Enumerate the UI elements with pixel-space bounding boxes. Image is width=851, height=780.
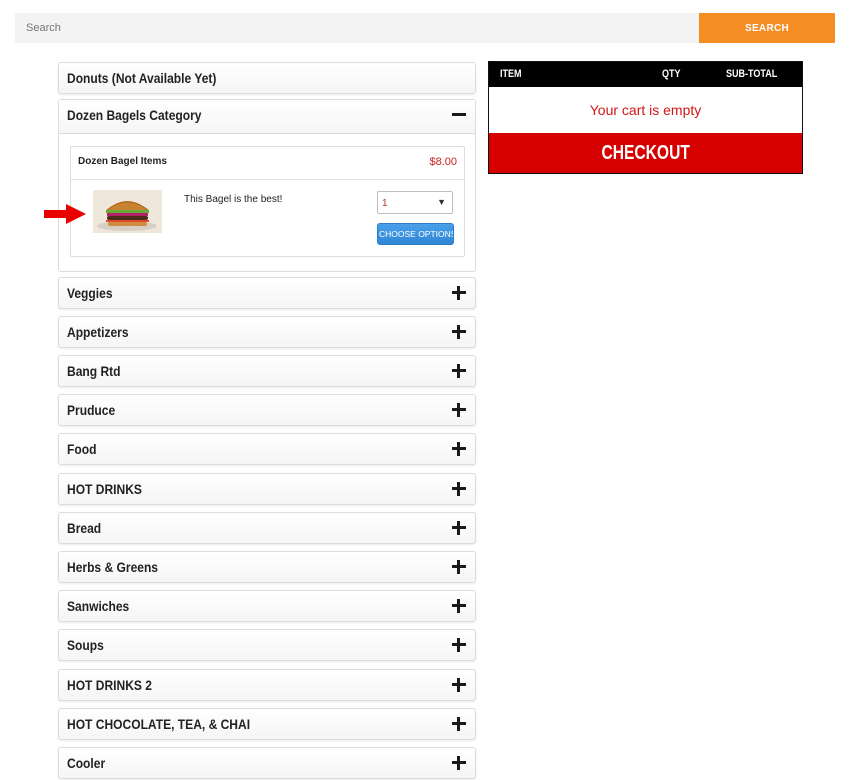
cart-header: ITEM QTY SUB-TOTAL [489,62,802,87]
category-label: Appetizers [67,324,129,340]
category-label: Dozen Bagels Category [67,107,202,123]
product-title: Dozen Bagel Items [78,156,167,167]
category-pruduce[interactable]: Pruduce [58,394,476,426]
category-label: Soups [67,637,104,653]
quantity-select[interactable]: 1 ▼ [377,191,453,214]
cart-panel: ITEM QTY SUB-TOTAL Your cart is empty CH… [488,61,803,174]
category-hot-drinks[interactable]: HOT DRINKS [58,473,476,505]
plus-icon[interactable] [451,714,467,732]
category-label: HOT DRINKS 2 [67,677,152,693]
cart-empty-message: Your cart is empty [589,102,702,118]
category-cooler[interactable]: Cooler [58,747,476,779]
chevron-down-icon: ▼ [437,197,446,207]
choose-options-button[interactable]: CHOOSE OPTIONS [377,223,454,245]
plus-icon[interactable] [451,635,467,653]
plus-icon[interactable] [451,479,467,497]
category-herbs-greens[interactable]: Herbs & Greens [58,551,476,583]
category-label: Pruduce [67,402,116,418]
search-bar: SEARCH [15,13,835,43]
category-sanwiches[interactable]: Sanwiches [58,590,476,622]
cart-col-item: ITEM [500,68,522,80]
product-image[interactable] [93,190,162,233]
minus-icon[interactable] [451,105,467,123]
checkout-button[interactable]: CHECKOUT [489,133,802,173]
product-price: $8.00 [429,156,457,168]
plus-icon[interactable] [451,400,467,418]
cart-col-subtotal: SUB-TOTAL [726,68,778,80]
category-label: Food [67,441,97,457]
plus-icon[interactable] [451,283,467,301]
product-card: Dozen Bagel Items $8.00 This Bagel is th… [70,146,465,257]
category-label: Donuts (Not Available Yet) [67,70,217,86]
category-soups[interactable]: Soups [58,629,476,661]
category-label: Veggies [67,285,113,301]
category-label: HOT CHOCOLATE, TEA, & CHAI [67,716,251,732]
plus-icon[interactable] [451,439,467,457]
plus-icon[interactable] [451,518,467,536]
category-appetizers[interactable]: Appetizers [58,316,476,348]
category-hot-drinks-2[interactable]: HOT DRINKS 2 [58,669,476,701]
arrow-right-icon [44,204,86,224]
category-food[interactable]: Food [58,433,476,465]
category-bang-rtd[interactable]: Bang Rtd [58,355,476,387]
category-label: HOT DRINKS [67,481,142,497]
category-hot-chocolate-tea-chai[interactable]: HOT CHOCOLATE, TEA, & CHAI [58,708,476,740]
cart-col-qty: QTY [662,68,681,80]
plus-icon[interactable] [451,322,467,340]
checkout-label: CHECKOUT [601,141,690,164]
category-label: Bang Rtd [67,363,121,379]
plus-icon[interactable] [451,675,467,693]
product-card-header: Dozen Bagel Items $8.00 [71,147,464,180]
plus-icon[interactable] [451,753,467,771]
product-description: This Bagel is the best! [184,194,283,205]
plus-icon[interactable] [451,557,467,575]
search-button[interactable]: SEARCH [699,13,835,43]
search-input[interactable] [15,13,698,43]
category-dozen-bagels[interactable]: Dozen Bagels Category [59,100,475,134]
category-label: Cooler [67,755,106,771]
category-label: Sanwiches [67,598,130,614]
quantity-value: 1 [382,198,388,209]
plus-icon[interactable] [451,361,467,379]
category-label: Herbs & Greens [67,559,159,575]
category-label: Bread [67,520,102,536]
category-donuts[interactable]: Donuts (Not Available Yet) [58,62,476,94]
category-veggies[interactable]: Veggies [58,277,476,309]
category-bread[interactable]: Bread [58,512,476,544]
plus-icon[interactable] [451,596,467,614]
